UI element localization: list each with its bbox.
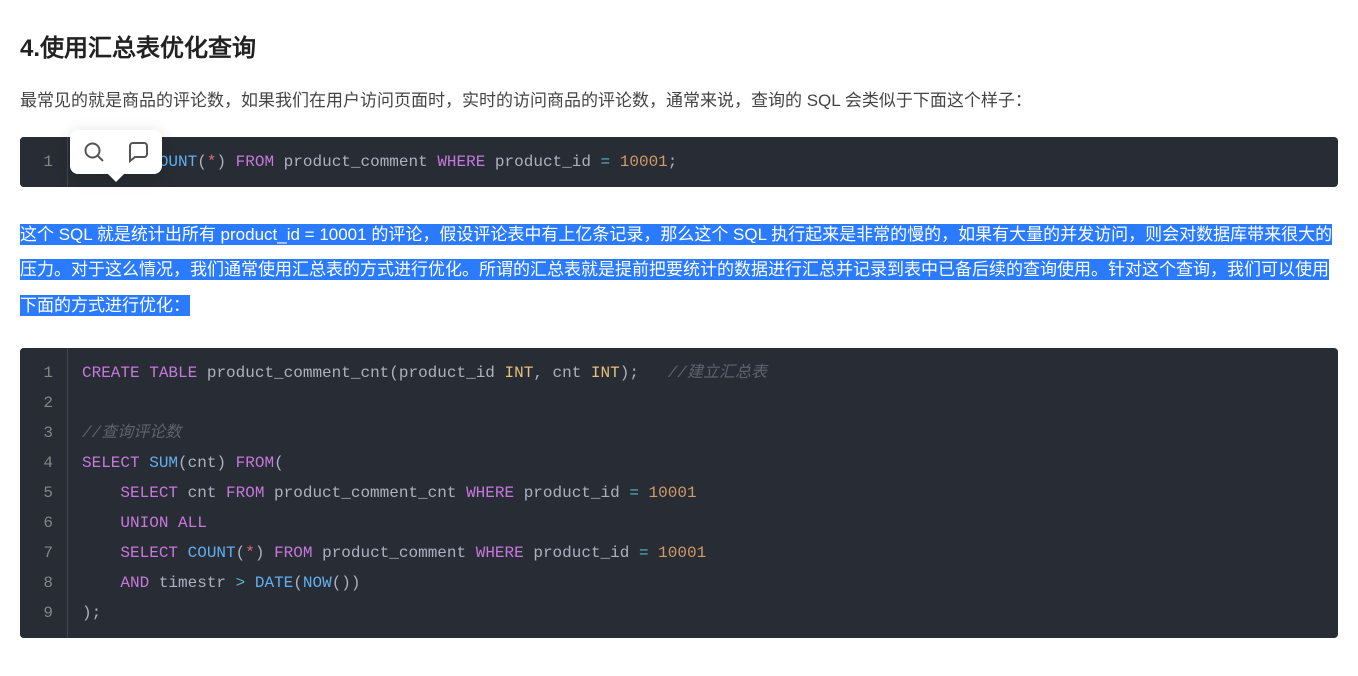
article-body: 4.使用汇总表优化查询 最常见的就是商品的评论数，如果我们在用户访问页面时，实时…	[20, 28, 1338, 638]
code-content[interactable]: SELECT COUNT(*) FROM product_comment WHE…	[68, 137, 1338, 187]
section-heading: 4.使用汇总表优化查询	[20, 28, 1338, 63]
highlighted-paragraph[interactable]: 这个 SQL 就是统计出所有 product_id = 10001 的评论，假设…	[20, 217, 1338, 324]
code-block-2: 123456789 CREATE TABLE product_comment_c…	[20, 348, 1338, 638]
code-gutter: 123456789	[20, 348, 68, 638]
code-gutter: 1	[20, 137, 68, 187]
selection-toolbar	[70, 130, 162, 174]
search-icon[interactable]	[80, 138, 108, 166]
comment-icon[interactable]	[124, 138, 152, 166]
code-block-1: 1 SELECT COUNT(*) FROM product_comment W…	[20, 137, 1338, 187]
intro-paragraph: 最常见的就是商品的评论数，如果我们在用户访问页面时，实时的访问商品的评论数，通常…	[20, 83, 1338, 119]
code-content[interactable]: CREATE TABLE product_comment_cnt(product…	[68, 348, 1338, 638]
